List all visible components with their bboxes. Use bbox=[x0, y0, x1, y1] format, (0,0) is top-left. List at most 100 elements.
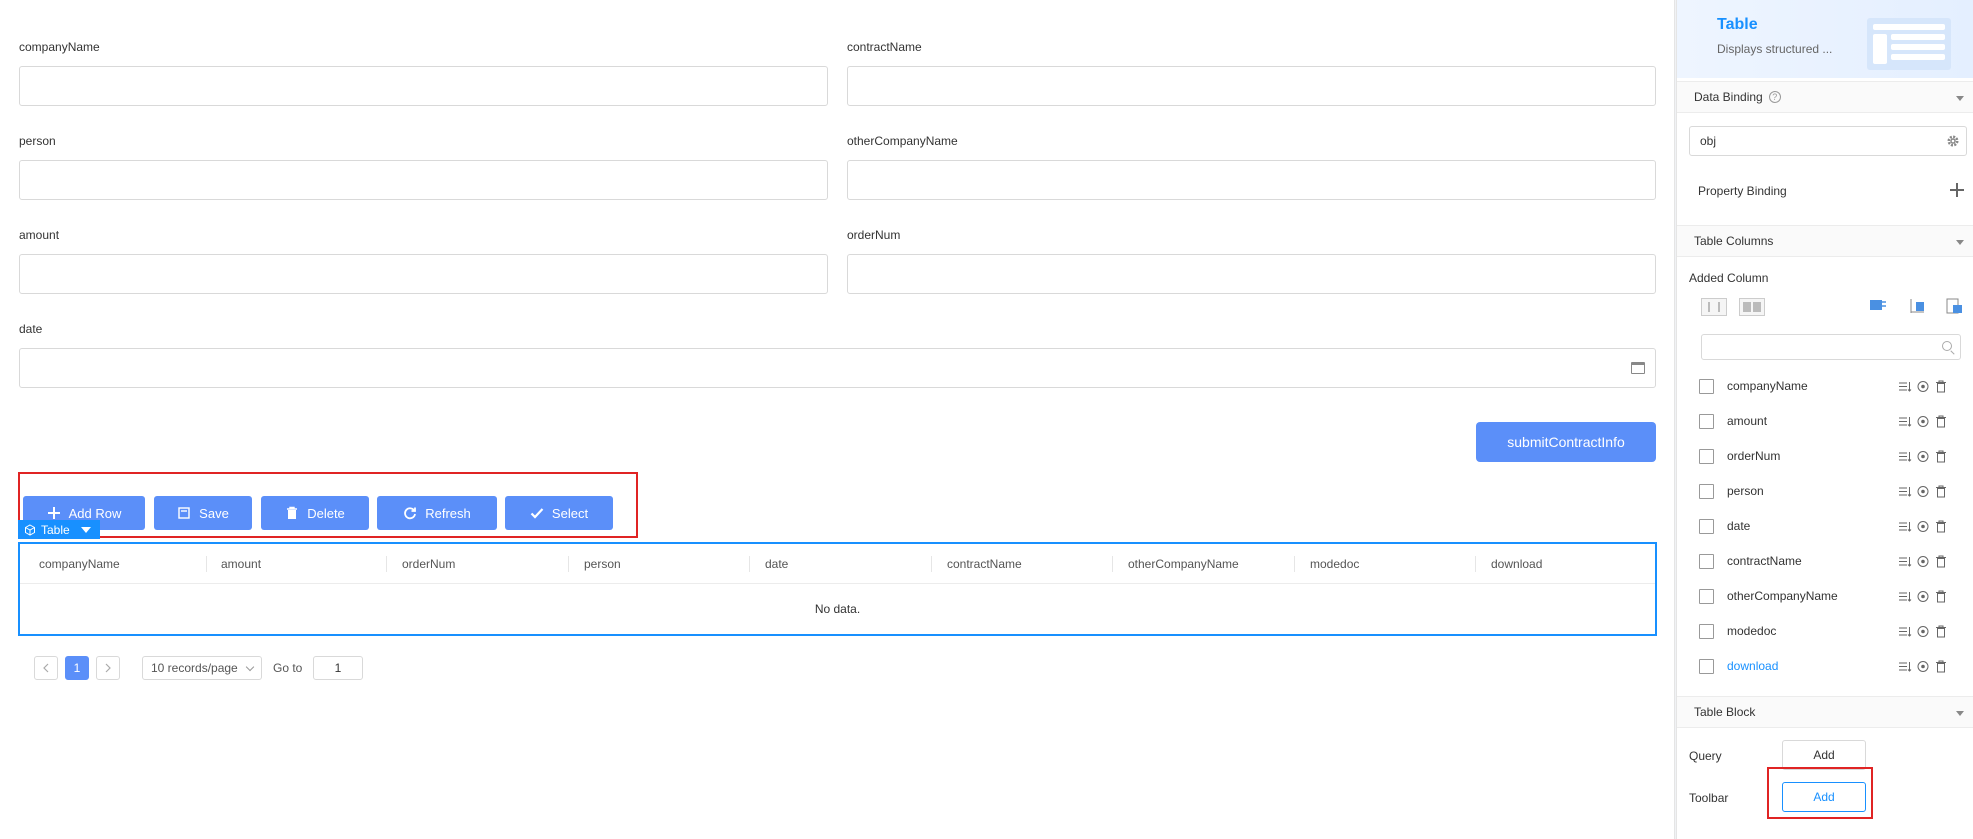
column-list-item[interactable]: download bbox=[1677, 648, 1973, 683]
sort-icon[interactable] bbox=[1898, 590, 1912, 603]
column-actions bbox=[1898, 415, 1948, 428]
settings-circle-icon[interactable] bbox=[1916, 380, 1930, 393]
trash-icon[interactable] bbox=[1934, 660, 1948, 673]
table-component-tag[interactable]: Table bbox=[18, 520, 100, 539]
gear-icon[interactable] bbox=[1946, 134, 1960, 148]
caret-down-icon[interactable] bbox=[1956, 240, 1964, 245]
column-header-contract-name[interactable]: contractName bbox=[947, 544, 1022, 584]
add-column-group-icon[interactable] bbox=[1945, 298, 1963, 314]
page-1-button[interactable]: 1 bbox=[65, 656, 89, 680]
column-header-order-num[interactable]: orderNum bbox=[402, 544, 455, 584]
column-list-item[interactable]: amount bbox=[1677, 403, 1973, 438]
column-header-person[interactable]: person bbox=[584, 544, 621, 584]
column-list-item[interactable]: companyName bbox=[1677, 368, 1973, 403]
save-button[interactable]: Save bbox=[154, 496, 252, 530]
order-num-input[interactable] bbox=[847, 254, 1656, 294]
column-header-modedoc[interactable]: modedoc bbox=[1310, 544, 1359, 584]
delete-button[interactable]: Delete bbox=[261, 496, 369, 530]
trash-icon[interactable] bbox=[1934, 380, 1948, 393]
add-column-icon[interactable] bbox=[1908, 298, 1926, 314]
calendar-icon[interactable] bbox=[1631, 362, 1645, 374]
settings-circle-icon[interactable] bbox=[1916, 520, 1930, 533]
column-checkbox[interactable] bbox=[1699, 379, 1714, 394]
trash-icon[interactable] bbox=[1934, 450, 1948, 463]
caret-down-icon[interactable] bbox=[1956, 96, 1964, 101]
page-size-select[interactable]: 10 records/page bbox=[142, 656, 262, 680]
page-size-value: 10 records/page bbox=[151, 661, 238, 675]
column-search-input[interactable] bbox=[1701, 334, 1961, 360]
trash-icon[interactable] bbox=[1934, 520, 1948, 533]
column-list-item[interactable]: orderNum bbox=[1677, 438, 1973, 473]
column-checkbox[interactable] bbox=[1699, 449, 1714, 464]
trash-icon[interactable] bbox=[1934, 590, 1948, 603]
next-page-button[interactable] bbox=[96, 656, 120, 680]
refresh-button[interactable]: Refresh bbox=[377, 496, 497, 530]
settings-circle-icon[interactable] bbox=[1916, 660, 1930, 673]
cube-icon bbox=[25, 523, 35, 536]
help-icon[interactable]: ? bbox=[1768, 91, 1781, 103]
caret-down-icon[interactable] bbox=[80, 526, 91, 533]
column-checkbox[interactable] bbox=[1699, 624, 1714, 639]
column-checkbox[interactable] bbox=[1699, 589, 1714, 604]
column-actions bbox=[1898, 520, 1948, 533]
column-header-amount[interactable]: amount bbox=[221, 544, 261, 584]
sort-icon[interactable] bbox=[1898, 380, 1912, 393]
column-list-item[interactable]: person bbox=[1677, 473, 1973, 508]
company-name-input[interactable] bbox=[19, 66, 828, 106]
trash-icon[interactable] bbox=[1934, 555, 1948, 568]
settings-circle-icon[interactable] bbox=[1916, 555, 1930, 568]
trash-icon[interactable] bbox=[1934, 415, 1948, 428]
column-layout-wide-icon[interactable] bbox=[1739, 298, 1765, 316]
chevron-down-icon bbox=[245, 662, 255, 672]
sort-icon[interactable] bbox=[1898, 555, 1912, 568]
settings-circle-icon[interactable] bbox=[1916, 450, 1930, 463]
search-icon[interactable] bbox=[1942, 341, 1952, 351]
column-header-download[interactable]: download bbox=[1491, 544, 1542, 584]
sort-icon[interactable] bbox=[1898, 520, 1912, 533]
contract-name-input[interactable] bbox=[847, 66, 1656, 106]
date-picker-input[interactable] bbox=[19, 348, 1656, 388]
sort-icon[interactable] bbox=[1898, 660, 1912, 673]
amount-input[interactable] bbox=[19, 254, 828, 294]
add-property-binding-icon[interactable] bbox=[1950, 183, 1964, 197]
trash-icon[interactable] bbox=[1934, 625, 1948, 638]
column-list-item[interactable]: contractName bbox=[1677, 543, 1973, 578]
trash-icon[interactable] bbox=[1934, 485, 1948, 498]
column-settings-icon[interactable] bbox=[1869, 298, 1887, 314]
data-binding-section-header[interactable]: Data Binding ? bbox=[1677, 81, 1973, 113]
column-list-item[interactable]: date bbox=[1677, 508, 1973, 543]
column-checkbox[interactable] bbox=[1699, 484, 1714, 499]
prev-page-button[interactable] bbox=[34, 656, 58, 680]
settings-circle-icon[interactable] bbox=[1916, 590, 1930, 603]
sort-icon[interactable] bbox=[1898, 415, 1912, 428]
table-block-section-header[interactable]: Table Block bbox=[1677, 696, 1973, 728]
column-list-item[interactable]: modedoc bbox=[1677, 613, 1973, 648]
sort-icon[interactable] bbox=[1898, 625, 1912, 638]
sort-icon[interactable] bbox=[1898, 485, 1912, 498]
other-company-name-input[interactable] bbox=[847, 160, 1656, 200]
data-binding-input[interactable]: obj bbox=[1689, 126, 1967, 156]
column-header-company-name[interactable]: companyName bbox=[39, 544, 120, 584]
submit-contract-info-button[interactable]: submitContractInfo bbox=[1476, 422, 1656, 462]
settings-circle-icon[interactable] bbox=[1916, 625, 1930, 638]
column-checkbox[interactable] bbox=[1699, 519, 1714, 534]
settings-circle-icon[interactable] bbox=[1916, 485, 1930, 498]
column-checkbox[interactable] bbox=[1699, 554, 1714, 569]
table-columns-section-header[interactable]: Table Columns bbox=[1677, 225, 1973, 257]
goto-page-input[interactable]: 1 bbox=[313, 656, 363, 680]
column-checkbox[interactable] bbox=[1699, 414, 1714, 429]
add-query-button[interactable]: Add bbox=[1782, 740, 1866, 770]
column-checkbox[interactable] bbox=[1699, 659, 1714, 674]
column-header-other-company-name[interactable]: otherCompanyName bbox=[1128, 544, 1239, 584]
caret-down-icon[interactable] bbox=[1956, 711, 1964, 716]
select-button[interactable]: Select bbox=[505, 496, 613, 530]
person-input[interactable] bbox=[19, 160, 828, 200]
column-list-item[interactable]: otherCompanyName bbox=[1677, 578, 1973, 613]
column-divider bbox=[931, 556, 932, 572]
column-header-date[interactable]: date bbox=[765, 544, 788, 584]
sort-icon[interactable] bbox=[1898, 450, 1912, 463]
toolbar-add-highlight-box bbox=[1767, 767, 1873, 819]
column-name-link[interactable]: download bbox=[1727, 659, 1778, 673]
column-layout-narrow-icon[interactable] bbox=[1701, 298, 1727, 316]
settings-circle-icon[interactable] bbox=[1916, 415, 1930, 428]
